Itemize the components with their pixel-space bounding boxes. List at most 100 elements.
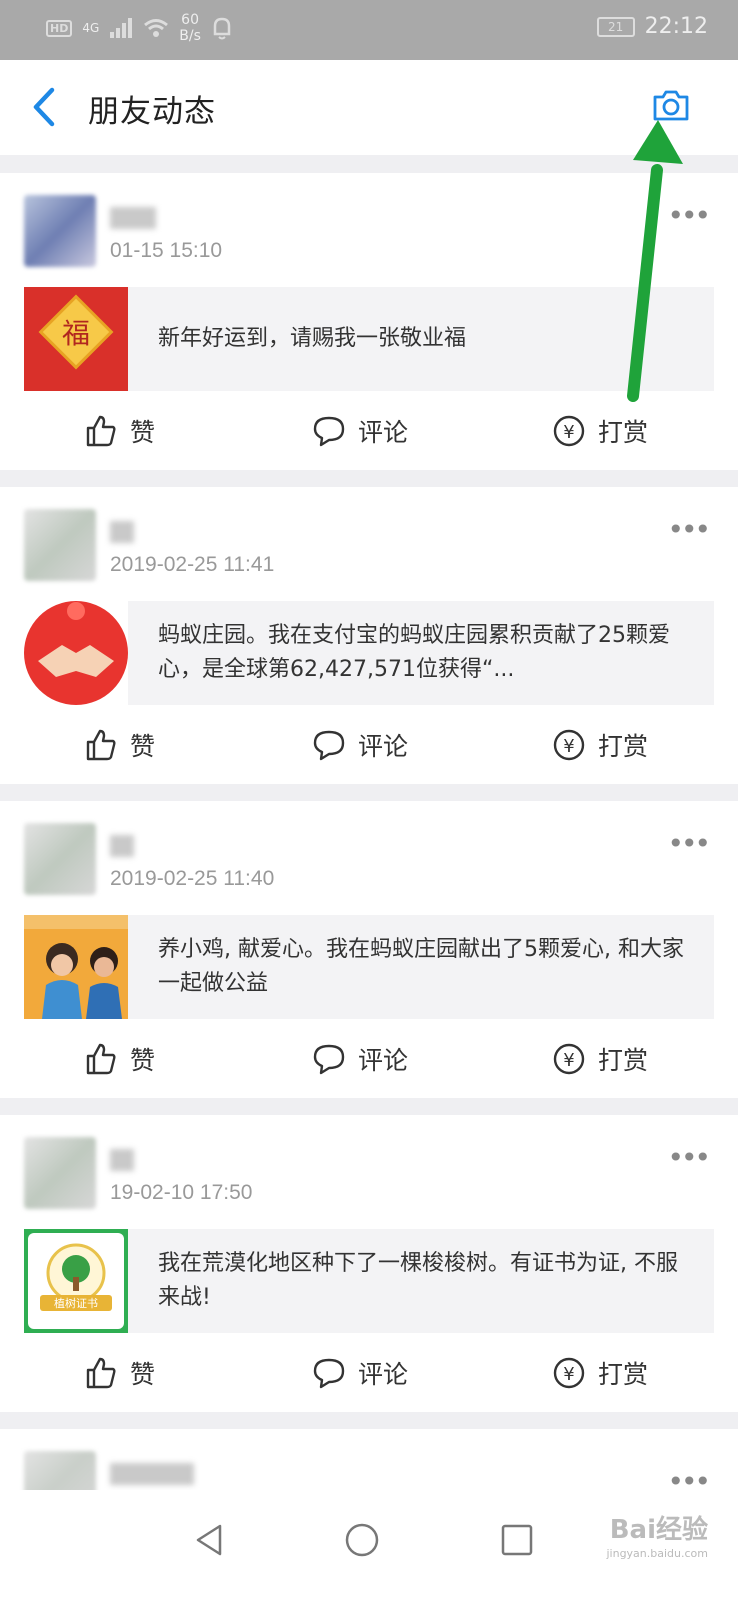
like-button[interactable]: 赞 bbox=[84, 1355, 155, 1391]
more-options-icon[interactable]: ••• bbox=[667, 202, 711, 230]
reward-label: 打赏 bbox=[598, 418, 649, 447]
children-photo-icon bbox=[24, 915, 128, 1019]
reward-label: 打赏 bbox=[598, 732, 649, 761]
more-options-icon[interactable]: ••• bbox=[667, 1468, 711, 1496]
post-time: 01-15 15:10 bbox=[110, 239, 223, 262]
shared-link[interactable]: 植树证书 我在荒漠化地区种下了一棵梭梭树。有证书为证, 不服来战! bbox=[24, 1229, 714, 1333]
post-actions: 赞 评论 ¥ 打赏 bbox=[0, 1355, 738, 1395]
comment-bubble-icon bbox=[313, 1044, 345, 1075]
svg-text:福: 福 bbox=[62, 317, 90, 350]
shared-link[interactable]: 养小鸡, 献爱心。我在蚂蚁庄园献出了5颗爱心, 和大家一起做公益 bbox=[24, 915, 714, 1019]
comment-label: 评论 bbox=[358, 1046, 409, 1075]
like-button[interactable]: 赞 bbox=[84, 413, 155, 449]
comment-button[interactable]: 评论 bbox=[312, 727, 408, 763]
camera-button[interactable] bbox=[652, 88, 690, 122]
hd-indicator: HD bbox=[46, 19, 73, 37]
comment-bubble-icon bbox=[313, 730, 345, 761]
back-button[interactable] bbox=[28, 84, 68, 134]
username-blurred[interactable] bbox=[110, 207, 156, 229]
thumbs-up-icon bbox=[86, 415, 116, 447]
comment-button[interactable]: 评论 bbox=[312, 413, 408, 449]
shared-link[interactable]: 福 新年好运到，请赐我一张敬业福 bbox=[24, 287, 714, 391]
reward-label: 打赏 bbox=[598, 1360, 649, 1389]
fortune-fu-card-thumbnail: 福 bbox=[24, 287, 128, 391]
comment-button[interactable]: 评论 bbox=[312, 1355, 408, 1391]
post-actions: 赞 评论 ¥ 打赏 bbox=[0, 727, 738, 767]
reward-button[interactable]: ¥ 打赏 bbox=[552, 727, 648, 763]
svg-text:¥: ¥ bbox=[563, 422, 574, 443]
comment-bubble-icon bbox=[313, 1358, 345, 1389]
camera-icon bbox=[653, 90, 689, 121]
handshake-heart-thumbnail bbox=[24, 601, 128, 705]
chevron-left-icon bbox=[33, 87, 55, 127]
like-button[interactable]: 赞 bbox=[84, 1041, 155, 1077]
username-blurred[interactable] bbox=[110, 521, 134, 543]
reward-label: 打赏 bbox=[598, 1046, 649, 1075]
username-blurred[interactable] bbox=[110, 1149, 134, 1171]
comment-button[interactable]: 评论 bbox=[312, 1041, 408, 1077]
nav-recents-square-icon[interactable] bbox=[500, 1522, 534, 1558]
like-button[interactable]: 赞 bbox=[84, 727, 155, 763]
watermark-url: jingyan.baidu.com bbox=[606, 1547, 708, 1560]
link-text: 新年好运到，请赐我一张敬业福 bbox=[158, 326, 467, 351]
svg-text:¥: ¥ bbox=[563, 1050, 574, 1071]
username-blurred[interactable] bbox=[110, 1463, 194, 1485]
status-bar: HD 4G 60 B/s 21 22:12 bbox=[0, 0, 738, 60]
post-actions: 赞 评论 ¥ 打赏 bbox=[0, 1041, 738, 1081]
nav-bar: 朋友动态 bbox=[0, 60, 738, 155]
fu-card-icon: 福 bbox=[38, 294, 114, 370]
page-title: 朋友动态 bbox=[88, 94, 216, 130]
thumbs-up-icon bbox=[86, 1043, 116, 1075]
more-options-icon[interactable]: ••• bbox=[667, 1144, 711, 1172]
feed-card: 01-15 15:10 ••• 福 新年好运到，请赐我一张敬业福 赞 评论 ¥ bbox=[0, 173, 738, 470]
like-label: 赞 bbox=[130, 732, 156, 761]
username-blurred[interactable] bbox=[110, 835, 134, 857]
reward-button[interactable]: ¥ 打赏 bbox=[552, 1041, 648, 1077]
battery-icon: 21 bbox=[596, 16, 635, 37]
thumbs-up-icon bbox=[86, 729, 116, 761]
post-time: 2019-02-25 11:41 bbox=[110, 553, 275, 576]
comment-label: 评论 bbox=[358, 418, 409, 447]
nav-back-triangle-icon[interactable] bbox=[192, 1522, 226, 1558]
feed-card: 2019-02-25 11:41 ••• 蚂蚁庄园。我在支付宝的蚂蚁庄园累积贡献… bbox=[0, 487, 738, 784]
avatar[interactable] bbox=[24, 1137, 96, 1209]
link-text: 蚂蚁庄园。我在支付宝的蚂蚁庄园累积贡献了25颗爱心，是全球第62,427,571… bbox=[158, 623, 670, 682]
thumbs-up-icon bbox=[86, 1357, 116, 1389]
status-right: 21 22:12 bbox=[596, 14, 708, 39]
signal-icon bbox=[110, 18, 133, 38]
comment-bubble-icon bbox=[313, 416, 345, 447]
speed-unit: B/s bbox=[179, 28, 201, 44]
yuan-coin-icon: ¥ bbox=[553, 415, 585, 447]
net-speed: 60 B/s bbox=[179, 12, 201, 44]
children-photo-thumbnail bbox=[24, 915, 128, 1019]
tree-certificate-thumbnail: 植树证书 bbox=[24, 1229, 128, 1333]
svg-text:¥: ¥ bbox=[563, 1364, 574, 1385]
feed-card: 2019-02-25 11:40 ••• 养小鸡, 献爱心。我在蚂蚁庄园献出了5… bbox=[0, 801, 738, 1098]
post-time: 19-02-10 17:50 bbox=[110, 1181, 253, 1204]
clock: 22:12 bbox=[644, 14, 708, 39]
svg-text:¥: ¥ bbox=[563, 736, 574, 757]
post-actions: 赞 评论 ¥ 打赏 bbox=[0, 413, 738, 453]
watermark-brand: Bai经验 bbox=[609, 1515, 708, 1545]
reward-button[interactable]: ¥ 打赏 bbox=[552, 413, 648, 449]
comment-label: 评论 bbox=[358, 732, 409, 761]
reward-button[interactable]: ¥ 打赏 bbox=[552, 1355, 648, 1391]
notification-bell-icon bbox=[213, 17, 231, 40]
wifi-icon bbox=[144, 19, 169, 37]
avatar[interactable] bbox=[24, 195, 96, 267]
system-nav-bar: Bai经验 jingyan.baidu.com bbox=[0, 1490, 738, 1600]
handshake-icon bbox=[24, 601, 128, 705]
feed-card: 19-02-10 17:50 ••• 植树证书 我在荒漠化地区种下了一棵梭梭树。… bbox=[0, 1115, 738, 1412]
avatar[interactable] bbox=[24, 509, 96, 581]
link-text: 养小鸡, 献爱心。我在蚂蚁庄园献出了5颗爱心, 和大家一起做公益 bbox=[158, 937, 684, 996]
nav-home-circle-icon[interactable] bbox=[344, 1522, 380, 1558]
more-options-icon[interactable]: ••• bbox=[667, 830, 711, 858]
yuan-coin-icon: ¥ bbox=[553, 1357, 585, 1389]
shared-link[interactable]: 蚂蚁庄园。我在支付宝的蚂蚁庄园累积贡献了25颗爱心，是全球第62,427,571… bbox=[24, 601, 714, 705]
avatar[interactable] bbox=[24, 823, 96, 895]
like-label: 赞 bbox=[130, 1360, 156, 1389]
network-type: 4G bbox=[82, 21, 100, 35]
more-options-icon[interactable]: ••• bbox=[667, 516, 711, 544]
status-left: HD 4G 60 B/s bbox=[46, 12, 233, 44]
like-label: 赞 bbox=[130, 418, 156, 447]
